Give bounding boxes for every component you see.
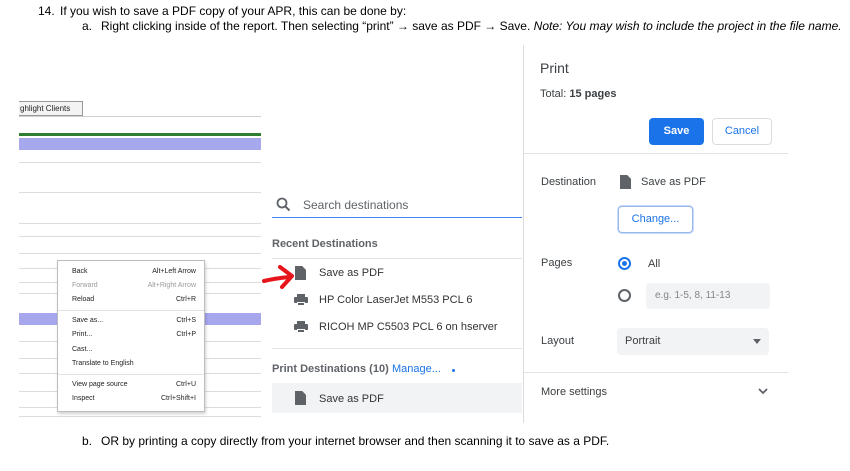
menu-separator — [58, 310, 204, 311]
recent-item-label: Save as PDF — [319, 267, 384, 279]
menu-item-label: Back — [72, 268, 88, 275]
menu-item-print[interactable]: Print... Ctrl+P — [58, 328, 204, 342]
menu-item-shortcut: Ctrl+P — [176, 331, 196, 338]
tab-underline — [19, 116, 261, 117]
pages-custom-radio[interactable] — [618, 289, 631, 302]
menu-item-shortcut: Alt+Right Arrow — [147, 282, 196, 289]
layout-select[interactable]: Portrait — [617, 328, 769, 355]
menu-item-label: View page source — [72, 381, 128, 388]
menu-item-back[interactable]: Back Alt+Left Arrow — [58, 265, 204, 279]
cancel-button[interactable]: Cancel — [712, 118, 772, 145]
menu-item-shortcut: Ctrl+R — [175, 296, 196, 303]
pages-custom-input[interactable]: e.g. 1-5, 8, 11-13 — [646, 283, 770, 309]
red-arrow-save-as-pdf — [262, 265, 294, 289]
total-pages: Total: 15 pages — [540, 88, 616, 100]
save-button[interactable]: Save — [649, 118, 704, 145]
pages-all-label: All — [648, 258, 661, 270]
step-b-text: OR by printing a copy directly from your… — [101, 434, 610, 448]
total-label: Total: — [540, 88, 567, 100]
menu-item-save-as[interactable]: Save as... Ctrl+S — [58, 314, 204, 328]
recent-divider — [272, 258, 522, 259]
menu-item-inspect[interactable]: Inspect Ctrl+Shift+I — [58, 392, 204, 406]
highlight-clients-tab[interactable]: ghlight Clients — [19, 101, 83, 116]
report-grid-line — [19, 223, 261, 224]
step-a-letter: a. — [82, 19, 93, 33]
menu-item-label: Translate to English — [72, 360, 134, 367]
printer-icon — [294, 321, 308, 333]
recent-item-label: HP Color LaserJet M553 PCL 6 — [319, 294, 473, 306]
print-destinations-divider — [272, 348, 522, 349]
more-settings-toggle[interactable]: More settings — [541, 386, 607, 398]
document-icon — [295, 266, 306, 280]
recent-item-hp-printer[interactable]: HP Color LaserJet M553 PCL 6 — [272, 289, 522, 311]
step-b-letter: b. — [82, 434, 93, 448]
recent-item-ricoh-printer[interactable]: RICOH MP C5503 PCL 6 on hserver — [272, 316, 522, 338]
print-destinations-heading: Print Destinations (10) — [272, 363, 389, 375]
step-a-line: Right clicking inside of the report. The… — [101, 19, 842, 33]
destination-label: Destination — [541, 176, 597, 188]
report-grid-line — [19, 162, 261, 163]
menu-item-cast[interactable]: Cast... — [58, 343, 204, 357]
pages-all-radio[interactable] — [618, 257, 631, 270]
menu-item-label: Save as... — [72, 317, 104, 324]
layout-label: Layout — [541, 335, 575, 347]
change-destination-button[interactable]: Change... — [618, 206, 693, 233]
report-grid-line — [19, 253, 261, 254]
print-list-item-label: Save as PDF — [319, 393, 384, 405]
menu-item-label: Forward — [72, 282, 98, 289]
document-icon — [295, 391, 306, 405]
expand-chevron-icon[interactable] — [757, 387, 769, 396]
search-icon — [276, 197, 291, 212]
loading-dot — [452, 369, 455, 372]
report-green-rule — [19, 133, 261, 136]
report-purple-band — [19, 138, 261, 150]
menu-item-forward[interactable]: Forward Alt+Right Arrow — [58, 279, 204, 293]
layout-value: Portrait — [625, 335, 661, 347]
step-14-text: If you wish to save a PDF copy of your A… — [60, 4, 407, 18]
menu-item-shortcut: Ctrl+Shift+I — [160, 395, 196, 402]
search-underline — [272, 217, 522, 218]
dialog-header-divider — [524, 153, 788, 154]
destination-value: Save as PDF — [641, 176, 706, 188]
step-a-note: Note: You may wish to include the projec… — [533, 19, 842, 33]
chevron-down-icon — [753, 339, 761, 344]
report-grid-line — [19, 192, 261, 193]
menu-item-label: Reload — [72, 296, 95, 303]
print-title: Print — [540, 60, 569, 76]
menu-item-reload[interactable]: Reload Ctrl+R — [58, 293, 204, 307]
step-a-text: Right clicking inside of the report. The… — [101, 19, 531, 33]
total-value: 15 pages — [569, 88, 617, 100]
menu-item-shortcut: Ctrl+S — [176, 317, 196, 324]
context-menu: Back Alt+Left Arrow Forward Alt+Right Ar… — [57, 260, 205, 412]
more-settings-divider — [524, 372, 788, 373]
printer-icon — [294, 294, 308, 306]
recent-item-save-as-pdf[interactable]: Save as PDF — [272, 262, 522, 284]
menu-item-view-source[interactable]: View page source Ctrl+U — [58, 378, 204, 392]
report-grid-line — [19, 236, 261, 237]
print-list-item-save-as-pdf[interactable]: Save as PDF — [272, 383, 522, 413]
menu-item-shortcut: Ctrl+U — [175, 381, 196, 388]
menu-item-label: Inspect — [72, 395, 95, 402]
menu-separator — [58, 374, 204, 375]
menu-item-translate[interactable]: Translate to English — [58, 357, 204, 371]
recent-destinations-heading: Recent Destinations — [272, 238, 378, 250]
search-destinations-input[interactable]: Search destinations — [303, 198, 408, 212]
report-grid-line — [19, 416, 261, 417]
menu-item-label: Cast... — [72, 346, 93, 353]
step-14-number: 14. — [38, 4, 55, 18]
menu-item-shortcut: Alt+Left Arrow — [152, 268, 196, 275]
print-dialog — [524, 45, 788, 423]
manage-link[interactable]: Manage... — [392, 363, 441, 375]
menu-item-label: Print... — [72, 331, 93, 338]
recent-item-label: RICOH MP C5503 PCL 6 on hserver — [319, 321, 498, 333]
pages-label: Pages — [541, 257, 573, 269]
